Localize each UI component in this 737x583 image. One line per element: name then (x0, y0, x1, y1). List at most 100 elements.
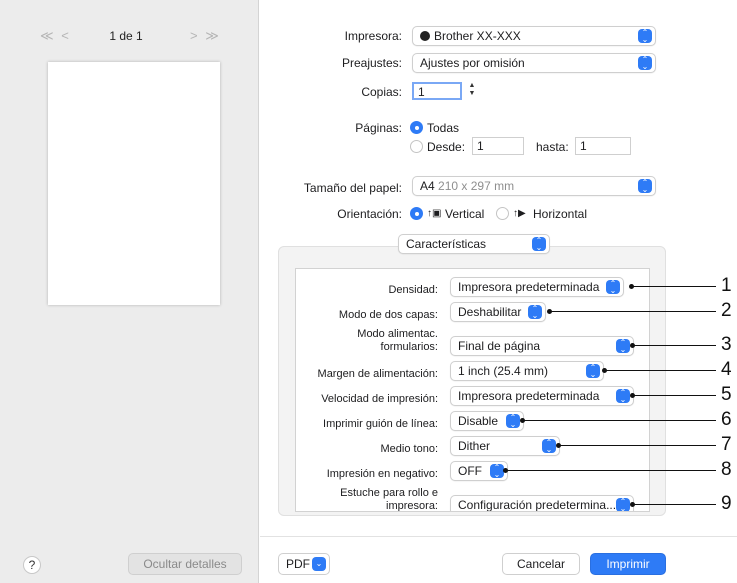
presets-select[interactable]: Ajustes por omisión ⌃ ⌄ (412, 53, 656, 73)
feature-value-halftone: Dither (458, 439, 491, 453)
callout-line-5 (633, 395, 716, 396)
preview-sidebar: ≪ < 1 de 1 > ≫ ? Ocultar detalles (0, 0, 259, 583)
feature-label-two-layer: Modo de dos capas: (338, 309, 438, 321)
feature-value-print-speed: Impresora predeterminada (458, 389, 600, 403)
chevron-updown-icon: ⌃ ⌄ (638, 179, 652, 194)
callout-number-8: 8 (721, 459, 732, 480)
pages-from-field[interactable]: 1 (472, 137, 524, 155)
callout-line-2 (550, 311, 716, 312)
chevron-updown-icon: ⌃ ⌄ (638, 29, 652, 44)
feature-select-two-layer[interactable]: Deshabilitar ⌃ ⌄ (450, 302, 546, 322)
chevron-down-icon: ⌄ (312, 557, 326, 571)
orientation-label: Orientación: (337, 207, 402, 221)
chevron-updown-icon: ⌃ ⌄ (638, 56, 652, 71)
copies-label: Copias: (361, 85, 402, 99)
callout-number-4: 4 (721, 359, 732, 380)
callout-line-9 (633, 504, 716, 505)
pages-range-radio[interactable] (410, 140, 423, 153)
pdf-label: PDF (286, 557, 310, 571)
feature-value-two-layer: Deshabilitar (458, 305, 522, 319)
chevron-updown-icon: ⌃ ⌄ (616, 339, 630, 354)
pages-label: Páginas: (355, 121, 402, 135)
callout-line-4 (605, 370, 716, 371)
pages-all-label: Todas (427, 121, 460, 135)
pages-to-field[interactable]: 1 (575, 137, 631, 155)
presets-label: Preajustes: (341, 56, 402, 70)
feature-select-print-speed[interactable]: Impresora predeterminada ⌃ ⌄ (450, 386, 634, 406)
feature-value-negative: OFF (458, 464, 482, 478)
page-preview (48, 62, 220, 305)
chevron-updown-icon: ⌃ ⌄ (532, 237, 546, 252)
page-indicator: 1 de 1 (109, 29, 143, 43)
callout-line-7 (559, 445, 716, 446)
printer-select[interactable]: Brother XX-XXX ⌃ ⌄ (412, 26, 656, 46)
printer-value: Brother XX-XXX (434, 29, 521, 43)
chevron-updown-icon: ⌃ ⌄ (528, 305, 542, 320)
feature-value-density: Impresora predeterminada (458, 280, 600, 294)
pages-from-label: Desde: (427, 140, 466, 154)
callout-number-5: 5 (721, 384, 732, 405)
feature-select-negative[interactable]: OFF ⌃ ⌄ (450, 461, 508, 481)
callout-number-7: 7 (721, 434, 732, 455)
feature-label-form-feed: Modo alimentac. formularios: (357, 328, 438, 353)
feature-value-feed-margin: 1 inch (25.4 mm) (458, 364, 549, 378)
feature-select-feed-margin[interactable]: 1 inch (25.4 mm) ⌃ ⌄ (450, 361, 604, 381)
portrait-icon: ↑▣ (427, 208, 442, 219)
prev-page-buttons[interactable]: ≪ < (40, 28, 71, 44)
pages-all-radio[interactable] (410, 121, 423, 134)
pdf-menu-button[interactable]: PDF ⌄ (278, 553, 330, 575)
pages-to-label: hasta: (536, 140, 569, 154)
feature-select-form-feed[interactable]: Final de página ⌃ ⌄ (450, 336, 634, 356)
feature-select-density[interactable]: Impresora predeterminada ⌃ ⌄ (450, 277, 624, 297)
feature-value-line-hyphen: Disable (458, 414, 499, 428)
feature-value-form-feed: Final de página (458, 339, 541, 353)
chevron-updown-icon: ⌃ ⌄ (506, 414, 520, 429)
paper-size-select[interactable]: A4 210 x 297 mm ⌃ ⌄ (412, 176, 656, 196)
feature-select-roll-case[interactable]: Configuración predetermina... ⌃ ⌄ (450, 495, 634, 512)
feature-value-roll-case: Configuración predetermina... (458, 498, 617, 512)
printer-label: Impresora: (344, 29, 402, 43)
feature-label-print-speed: Velocidad de impresión: (321, 393, 438, 405)
chevron-updown-icon: ⌃ ⌄ (586, 364, 600, 379)
feature-label-halftone: Medio tono: (380, 443, 438, 455)
orientation-landscape-radio[interactable] (496, 207, 509, 220)
copies-stepper[interactable]: ▲ ▼ (467, 82, 477, 100)
presets-value: Ajustes por omisión (420, 56, 525, 70)
hide-details-button[interactable]: Ocultar detalles (128, 553, 242, 575)
callout-number-2: 2 (721, 300, 732, 321)
feature-label-roll-case: Estuche para rollo e impresora: (340, 487, 438, 512)
print-button[interactable]: Imprimir (590, 553, 666, 575)
feature-label-negative: Impresión en negativo: (326, 468, 438, 480)
feature-label-density: Densidad: (388, 284, 438, 296)
feature-label-line-hyphen: Imprimir guión de línea: (323, 418, 438, 430)
chevron-updown-icon: ⌃ ⌄ (616, 498, 630, 511)
chevron-updown-icon: ⌃ ⌄ (542, 439, 556, 454)
chevron-updown-icon: ⌃ ⌄ (616, 389, 630, 404)
copies-field[interactable]: 1 (412, 82, 462, 100)
callout-line-8 (506, 470, 716, 471)
chevron-updown-icon: ⌃ ⌄ (606, 280, 620, 295)
orientation-landscape-label: Horizontal (533, 207, 588, 221)
landscape-icon: ↑▶ (513, 208, 526, 219)
chevron-updown-icon: ⌃ ⌄ (490, 464, 504, 479)
feature-select-line-hyphen[interactable]: Disable ⌃ ⌄ (450, 411, 524, 431)
paper-size-label: Tamaño del papel: (303, 181, 402, 195)
features-list[interactable]: Densidad: Impresora predeterminada ⌃ ⌄ Mo… (295, 268, 650, 512)
section-select[interactable]: Características ⌃ ⌄ (398, 234, 550, 254)
next-page-buttons[interactable]: > ≫ (190, 28, 221, 44)
callout-line-1 (632, 286, 716, 287)
feature-select-halftone[interactable]: Dither ⌃ ⌄ (450, 436, 560, 456)
callout-number-9: 9 (721, 493, 732, 514)
callout-number-1: 1 (721, 275, 732, 296)
cancel-button[interactable]: Cancelar (502, 553, 580, 575)
callout-line-6 (523, 420, 716, 421)
orientation-portrait-radio[interactable] (410, 207, 423, 220)
paper-size-value-rest: 210 x 297 mm (438, 179, 515, 193)
section-value: Características (406, 237, 487, 251)
bottom-divider (260, 536, 737, 537)
orientation-portrait-label: Vertical (445, 207, 485, 221)
callout-line-3 (633, 345, 716, 346)
help-button[interactable]: ? (23, 556, 41, 574)
printer-status-icon (420, 31, 430, 41)
paper-size-value-bold: A4 (420, 179, 435, 193)
